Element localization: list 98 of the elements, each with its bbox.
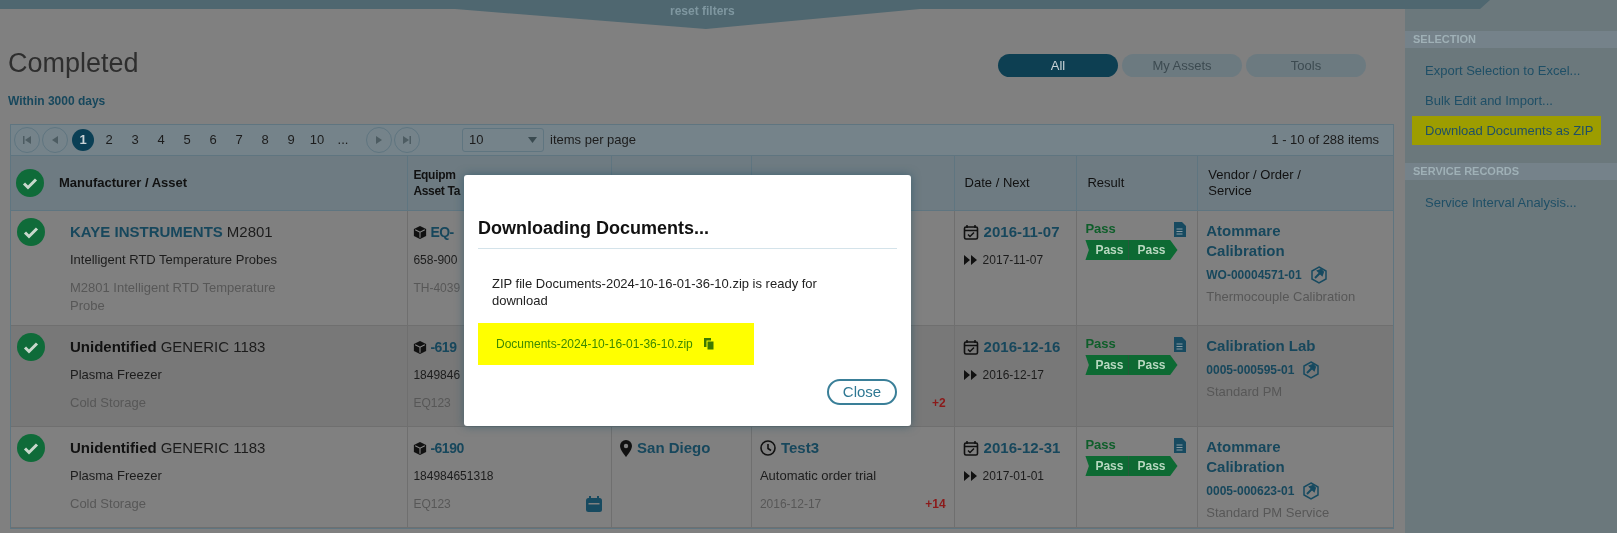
page-link[interactable]: 8 [254,129,276,151]
result-text: Pass [1085,436,1116,455]
tool-hexagon-icon [1302,482,1321,500]
asset-description: Intelligent RTD Temperature Probes [70,251,277,270]
manufacturer-link[interactable]: KAYE INSTRUMENTS [70,220,223,244]
calendar-check-icon [962,224,979,240]
next-date: 2017-11-07 [982,252,1044,269]
page-link[interactable]: 10 [306,129,328,151]
service-date[interactable]: 2016-12-31 [983,436,1061,460]
asset-description: Plasma Freezer [70,366,162,385]
location-link[interactable]: San Diego [637,436,711,460]
column-header[interactable]: Vendor / Order / Service [1208,167,1301,199]
page-link[interactable]: ... [332,129,354,151]
document-icon [1173,436,1188,454]
page-link[interactable]: 6 [202,129,224,151]
fast-forward-icon [962,469,978,483]
asset-description: Plasma Freezer [70,467,162,486]
dialog-title: Downloading Documents... [478,215,897,249]
sidebar-link[interactable]: Service Interval Analysis... [1412,188,1601,217]
service-date[interactable]: 2016-12-16 [983,335,1061,359]
dialog-message: ZIP file Documents-2024-10-16-01-36-10.zip is ready for download [491,275,818,309]
download-link[interactable]: Documents-2024-10-16-01-36-10.zip [496,335,693,353]
result-text: Pass [1085,220,1116,239]
fast-forward-icon [962,253,978,267]
page-title: Completed [8,47,139,80]
close-button[interactable]: Close [827,379,897,405]
result-tag: Pass [1128,355,1178,375]
vendor-link[interactable]: Atommare Calibration [1206,221,1357,261]
page-link[interactable]: 1 [72,129,94,151]
equipment-link[interactable]: EQ- [430,221,454,243]
page-link[interactable]: 3 [124,129,146,151]
check-all-icon[interactable] [16,169,44,197]
page-size-label: items per page [550,131,636,150]
result-tag: Pass [1085,456,1129,476]
sidebar-link[interactable]: Bulk Edit and Import... [1412,86,1601,115]
cube-icon [413,224,428,240]
row-check-icon[interactable] [17,218,45,246]
column-header[interactable]: Date / Next [964,175,1030,191]
next-date: 2017-01-01 [982,468,1044,485]
previous-page-icon [50,135,60,145]
result-text: Pass [1085,335,1116,354]
result-tag: Pass [1085,240,1129,260]
result-tag: Pass [1085,355,1129,375]
column-header[interactable]: Manufacturer / Asset [59,175,188,191]
calendar-check-icon [962,339,979,355]
equipment-link[interactable]: -619 [430,336,457,358]
clock-icon [759,440,776,456]
next-page-icon [374,135,384,145]
manufacturer-name: Unidentified [70,437,157,458]
manufacturer-name: Unidentified [70,336,157,357]
cube-icon [413,339,428,355]
result-tag: Pass [1128,240,1178,260]
vendor-link[interactable]: Atommare Calibration [1206,437,1357,477]
order-link[interactable]: Test3 [780,436,819,460]
tool-hexagon-icon [1309,266,1328,284]
page-link[interactable]: 5 [176,129,198,151]
page-link[interactable]: 2 [98,129,120,151]
item-count: 1 - 10 of 288 items [1271,131,1379,150]
page-link[interactable]: 7 [228,129,250,151]
calendar-check-icon [962,440,979,456]
column-header[interactable]: Result [1087,175,1125,191]
row-check-icon[interactable] [17,333,45,361]
page-size-select[interactable]: 10 [462,128,544,152]
fast-forward-icon [962,368,978,382]
extra-count: +2 [931,395,946,412]
serial-number: 1849846 [413,367,461,384]
document-icon [1173,335,1188,353]
tool-hexagon-icon [1302,361,1321,379]
result-tag: Pass [1128,456,1178,476]
model-name: GENERIC 1183 [160,336,266,357]
vendor-link[interactable]: Calibration Lab [1206,336,1357,356]
order-number-link[interactable]: WO-00004571-01 [1206,266,1302,284]
service-date[interactable]: 2016-11-07 [983,220,1060,244]
location-pin-icon [620,439,633,457]
filter-summary: Within 3000 days [8,93,107,110]
extra-count: +14 [925,496,946,513]
serial-number: 658-900 [413,252,458,269]
order-description: Automatic order trial [759,467,877,486]
sidebar-link[interactable]: Export Selection to Excel... [1412,56,1601,85]
document-icon [1173,220,1188,238]
page-link[interactable]: 9 [280,129,302,151]
sidebar-link[interactable]: Download Documents as ZIP [1412,116,1601,145]
caret-icon [528,137,537,143]
model-name: GENERIC 1183 [160,437,266,458]
next-date: 2016-12-17 [982,367,1044,384]
column-header[interactable]: Equipm Asset Ta [413,167,461,199]
order-number-link[interactable]: 0005-000623-01 [1206,482,1295,500]
order-number-link[interactable]: 0005-000595-01 [1206,361,1295,379]
model-name: M2801 [226,221,273,242]
copy-icon[interactable] [702,337,715,351]
cube-icon [413,440,428,456]
row-check-icon[interactable] [17,434,45,462]
last-page-icon [402,135,412,145]
first-page-icon [22,135,32,145]
equipment-link[interactable]: -6190 [430,437,464,459]
page-link[interactable]: 4 [150,129,172,151]
filter-tab[interactable]: All [998,54,1118,77]
serial-number: 184984651318 [413,468,494,485]
